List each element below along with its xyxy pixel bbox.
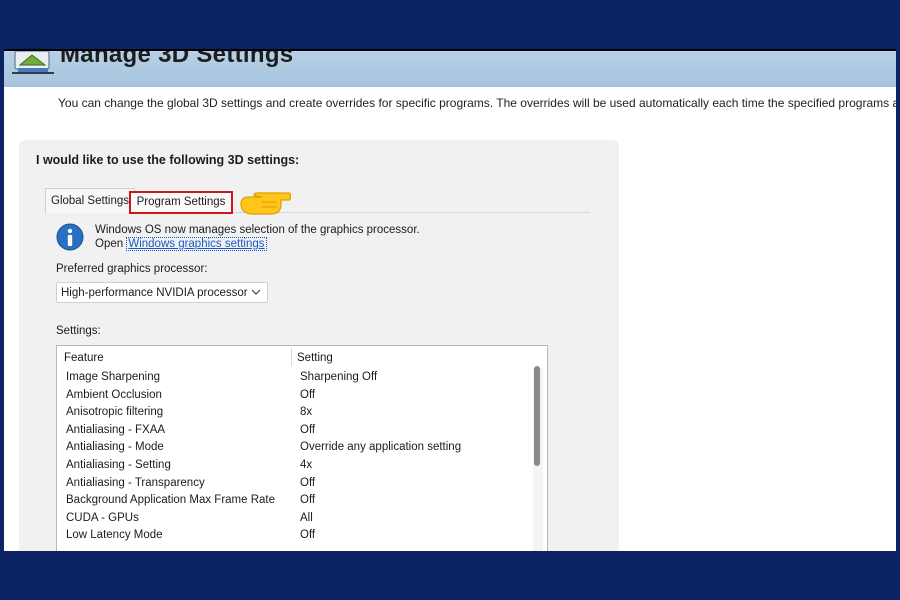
tab-global-settings[interactable]: Global Settings — [45, 188, 135, 213]
preferred-gpu-value: High-performance NVIDIA processor — [61, 287, 248, 299]
table-row[interactable]: Ambient Occlusion Off — [57, 388, 527, 406]
column-divider[interactable] — [291, 348, 292, 366]
info-icon — [56, 223, 84, 251]
feature-cell: Ambient Occlusion — [66, 388, 162, 401]
feature-cell: Antialiasing - Transparency — [66, 476, 205, 489]
setting-cell: Override any application setting — [300, 441, 462, 454]
feature-cell: Anisotropic filtering — [66, 406, 164, 419]
setting-cell: 4x — [300, 458, 313, 471]
column-header-feature[interactable]: Feature — [64, 352, 104, 364]
table-row[interactable]: Antialiasing - FXAA Off — [57, 423, 527, 441]
setting-cell: 8x — [300, 406, 313, 419]
feature-cell: Image Sharpening — [66, 371, 160, 383]
setting-cell: Off — [300, 423, 316, 436]
settings-rows: Image Sharpening Sharpening Off Ambient O… — [57, 370, 527, 546]
settings-label: Settings: — [56, 325, 101, 337]
page-description: You can change the global 3D settings an… — [58, 96, 896, 110]
info-open-line: Open Windows graphics settings — [95, 237, 267, 251]
preferred-gpu-label: Preferred graphics processor: — [56, 263, 208, 275]
tab-program-settings[interactable]: Program Settings — [129, 191, 233, 214]
setting-cell: Sharpening Off — [300, 371, 378, 383]
info-open-prefix: Open — [95, 238, 124, 250]
scrollbar-thumb[interactable] — [534, 366, 540, 466]
table-row[interactable]: CUDA - GPUs All — [57, 511, 527, 529]
feature-cell: Antialiasing - Mode — [66, 441, 164, 454]
setting-cell: Off — [300, 494, 316, 507]
page-title: Manage 3D Settings — [60, 49, 294, 68]
table-row[interactable]: Anisotropic filtering 8x — [57, 405, 527, 423]
table-row[interactable]: Background Application Max Frame Rate Off — [57, 493, 527, 511]
feature-cell: Antialiasing - Setting — [66, 458, 171, 471]
nvidia-control-panel-icon — [12, 51, 54, 74]
feature-cell: CUDA - GPUs — [66, 511, 139, 524]
pointing-hand-icon — [240, 192, 291, 215]
info-message: Windows OS now manages selection of the … — [95, 224, 420, 236]
setting-cell: Off — [300, 388, 316, 401]
windows-graphics-settings-link[interactable]: Windows graphics settings — [126, 237, 267, 251]
table-row[interactable]: Image Sharpening Sharpening Off — [57, 370, 527, 388]
setting-cell: All — [300, 511, 313, 524]
screenshot-window: Manage 3D Settings You can change the gl… — [4, 49, 896, 551]
chevron-down-icon — [251, 289, 261, 295]
preferred-gpu-dropdown[interactable]: High-performance NVIDIA processor — [56, 282, 268, 303]
settings-table: Feature Setting Image Sharpening Sharpeni… — [56, 345, 548, 551]
column-header-setting[interactable]: Setting — [297, 352, 333, 364]
feature-cell: Low Latency Mode — [66, 529, 163, 542]
panel-heading: I would like to use the following 3D set… — [36, 153, 300, 167]
setting-cell: Off — [300, 476, 316, 489]
setting-cell: Off — [300, 529, 316, 542]
table-row[interactable]: Antialiasing - Transparency Off — [57, 476, 527, 494]
table-row[interactable]: Low Latency Mode Off — [57, 528, 527, 546]
feature-cell: Background Application Max Frame Rate — [66, 494, 276, 507]
table-row[interactable]: Antialiasing - Mode Override any applicat… — [57, 440, 527, 458]
feature-cell: Antialiasing - FXAA — [66, 423, 166, 436]
table-row[interactable]: Antialiasing - Setting 4x — [57, 458, 527, 476]
